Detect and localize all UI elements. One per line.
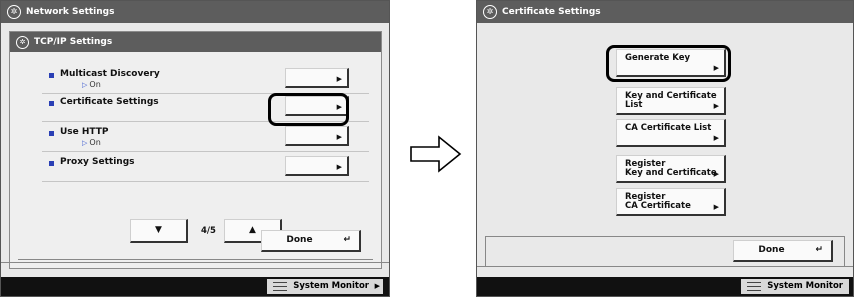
page-indicator: 4/5 [201, 226, 216, 236]
certificate-settings-screen: ✲ Certificate Settings Generate Key ▶ Ke… [476, 0, 854, 297]
divider [485, 236, 486, 266]
divider [485, 236, 845, 237]
row-label: Multicast Discovery [60, 69, 160, 79]
network-settings-icon: ✲ [7, 5, 21, 19]
network-settings-icon: ✲ [483, 5, 497, 19]
divider [844, 236, 845, 266]
play-icon: ▶ [713, 203, 719, 211]
status-bar: System Monitor [477, 277, 853, 296]
play-icon: ▶ [336, 75, 342, 83]
bullet-icon [49, 101, 54, 106]
triangle-down-icon: ▼ [155, 225, 162, 235]
system-monitor-icon [747, 282, 762, 291]
play-icon: ▶ [713, 170, 719, 178]
divider [42, 181, 369, 182]
system-monitor-button[interactable]: System Monitor [741, 279, 849, 294]
network-settings-icon: ✲ [16, 35, 29, 49]
row-label: Use HTTP [60, 127, 109, 137]
row-label: Proxy Settings [60, 157, 135, 167]
value-triangle-icon: ▷ [82, 139, 88, 147]
key-and-certificate-list-button[interactable]: Key and Certificate List ▶ [616, 87, 726, 115]
bullet-icon [49, 161, 54, 166]
network-settings-screen: ✲ Network Settings ✲ TCP/IP Settings Mul… [0, 0, 390, 297]
return-icon: ↵ [343, 235, 351, 245]
system-monitor-button[interactable]: System Monitor ▶ [267, 279, 383, 294]
bullet-icon [49, 131, 54, 136]
scroll-down-button[interactable]: ▼ [130, 219, 188, 243]
window-title-bar: ✲ Certificate Settings [477, 1, 853, 23]
window-title: Network Settings [26, 7, 115, 17]
highlight-ring [268, 93, 349, 126]
register-key-and-certificate-button[interactable]: Register Key and Certificate ▶ [616, 155, 726, 183]
highlight-ring [606, 45, 731, 82]
system-monitor-icon [273, 282, 288, 291]
row-label: Certificate Settings [60, 97, 159, 107]
status-bar: System Monitor ▶ [1, 277, 389, 296]
play-icon: ▶ [336, 163, 342, 171]
window-title: Certificate Settings [502, 7, 601, 17]
row-value: ▷ On [82, 138, 101, 147]
bullet-icon [49, 73, 54, 78]
ca-certificate-list-button[interactable]: CA Certificate List ▶ [616, 119, 726, 147]
window-title-bar: ✲ Network Settings [1, 1, 389, 23]
panel-title: TCP/IP Settings [34, 37, 113, 47]
play-icon: ▶ [713, 102, 719, 110]
divider [477, 266, 853, 267]
done-button[interactable]: Done ↵ [261, 230, 361, 252]
multicast-discovery-button[interactable]: ▶ [285, 68, 349, 88]
list-item-proxy-settings: Proxy Settings ▶ [10, 154, 381, 182]
list-item-multicast-discovery: Multicast Discovery ▷ On ▶ [10, 66, 381, 94]
list-item-use-http: Use HTTP ▷ On ▶ [10, 124, 381, 152]
panel-title-bar: ✲ TCP/IP Settings [10, 32, 381, 52]
row-value: ▷ On [82, 80, 101, 89]
register-ca-certificate-button[interactable]: Register CA Certificate ▶ [616, 188, 726, 216]
use-http-button[interactable]: ▶ [285, 126, 349, 146]
divider [18, 259, 373, 260]
value-triangle-icon: ▷ [82, 81, 88, 89]
play-icon: ▶ [374, 282, 380, 290]
return-icon: ↵ [815, 245, 823, 255]
play-icon: ▶ [336, 133, 342, 141]
divider [1, 262, 389, 263]
proxy-settings-button[interactable]: ▶ [285, 156, 349, 176]
done-button[interactable]: Done ↵ [733, 240, 833, 262]
hollow-right-arrow-icon [410, 135, 462, 173]
divider [42, 151, 369, 152]
play-icon: ▶ [713, 134, 719, 142]
